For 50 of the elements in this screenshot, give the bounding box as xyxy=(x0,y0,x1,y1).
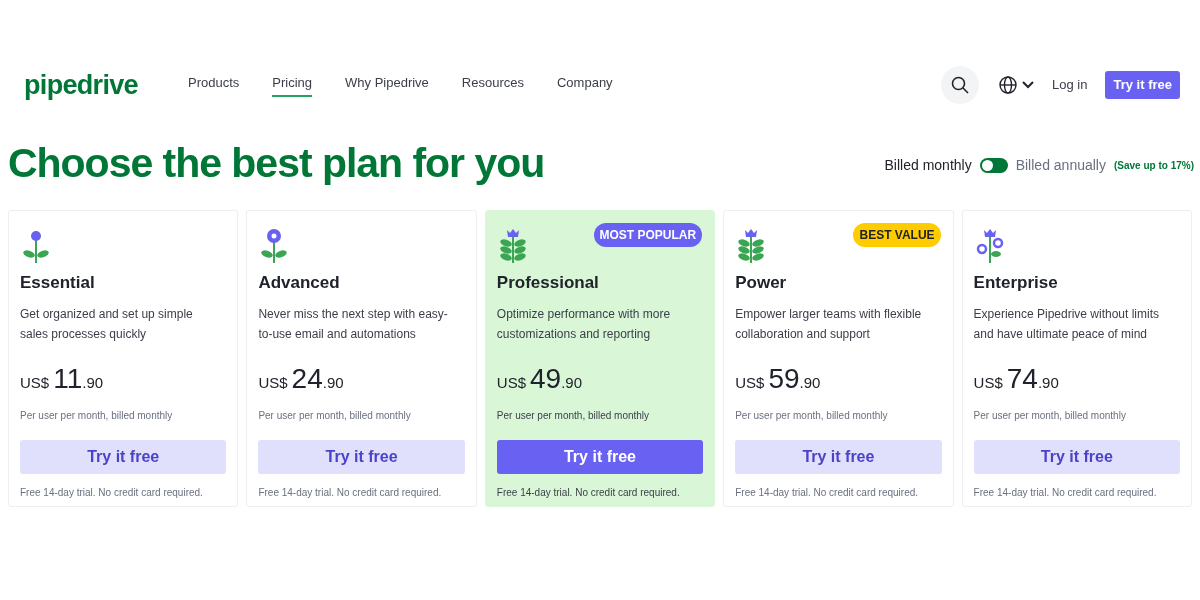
search-button[interactable] xyxy=(941,66,980,104)
trial-note: Free 14-day trial. No credit card required. xyxy=(20,485,204,500)
plan-description: Experience Pipedrive without limits and have ultimate peace of mind xyxy=(973,305,1160,343)
nav-link[interactable]: Why Pipedrive xyxy=(345,72,429,98)
plan-badge: BEST VALUE xyxy=(853,223,941,247)
nav-link[interactable]: Pricing xyxy=(272,72,313,98)
try-free-button[interactable]: Try it free xyxy=(20,439,227,474)
nav-link[interactable]: Company xyxy=(557,72,613,98)
annual-label: Billed annually xyxy=(1015,155,1106,175)
plan-description: Optimize performance with more customizations and reporting xyxy=(496,305,672,343)
plan-price: US$24.90 xyxy=(258,361,345,396)
try-free-button[interactable]: Try it free xyxy=(258,439,465,474)
logo[interactable]: pipedrive xyxy=(24,64,138,106)
globe-icon xyxy=(999,76,1018,94)
price-period: Per user per month, billed monthly xyxy=(973,408,1127,423)
plan-name: Essential xyxy=(20,272,96,294)
try-free-button[interactable]: Try it free xyxy=(1105,71,1180,99)
billing-toggle[interactable] xyxy=(979,157,1008,173)
chevron-down-icon xyxy=(1022,81,1035,89)
trial-note: Free 14-day trial. No credit card required. xyxy=(496,485,681,500)
plan-name: Professional xyxy=(496,272,600,294)
page-heading: Choose the best plan for you xyxy=(8,139,545,188)
plan-description: Get organized and set up simple sales processes quickly xyxy=(20,305,194,343)
nav-link[interactable]: Resources xyxy=(461,72,524,98)
plan-description: Never miss the next step with easy-to-use email and automations xyxy=(258,305,449,343)
trial-note: Free 14-day trial. No credit card required. xyxy=(735,485,920,500)
try-free-button[interactable]: Try it free xyxy=(973,439,1180,474)
plan-price: US$11.90 xyxy=(20,361,105,396)
nav-link[interactable]: Products xyxy=(187,72,240,98)
plan-description: Empower larger teams with flexible collaboration and support xyxy=(735,305,923,343)
plan-price: US$59.90 xyxy=(735,361,822,396)
trial-note: Free 14-day trial. No credit card required. xyxy=(258,485,443,500)
price-period: Per user per month, billed monthly xyxy=(20,408,174,423)
plan-price: US$74.90 xyxy=(973,361,1060,396)
savings-label: (Save up to 17%) xyxy=(1113,158,1194,173)
plan-price: US$49.90 xyxy=(496,361,583,396)
monthly-label: Billed monthly xyxy=(884,155,972,175)
search-icon xyxy=(951,76,970,94)
plan-name: Power xyxy=(735,272,788,294)
plan-name: Enterprise xyxy=(973,272,1059,294)
login-link[interactable]: Log in xyxy=(1052,75,1088,95)
plan-badge: MOST POPULAR xyxy=(593,223,703,247)
price-period: Per user per month, billed monthly xyxy=(258,408,412,423)
trial-note: Free 14-day trial. No credit card required. xyxy=(973,485,1158,500)
try-free-button[interactable]: Try it free xyxy=(735,439,942,474)
language-button[interactable] xyxy=(999,76,1035,94)
plan-name: Advanced xyxy=(258,272,341,294)
try-free-button[interactable]: Try it free xyxy=(496,439,704,474)
price-period: Per user per month, billed monthly xyxy=(735,408,889,423)
price-period: Per user per month, billed monthly xyxy=(496,408,651,423)
